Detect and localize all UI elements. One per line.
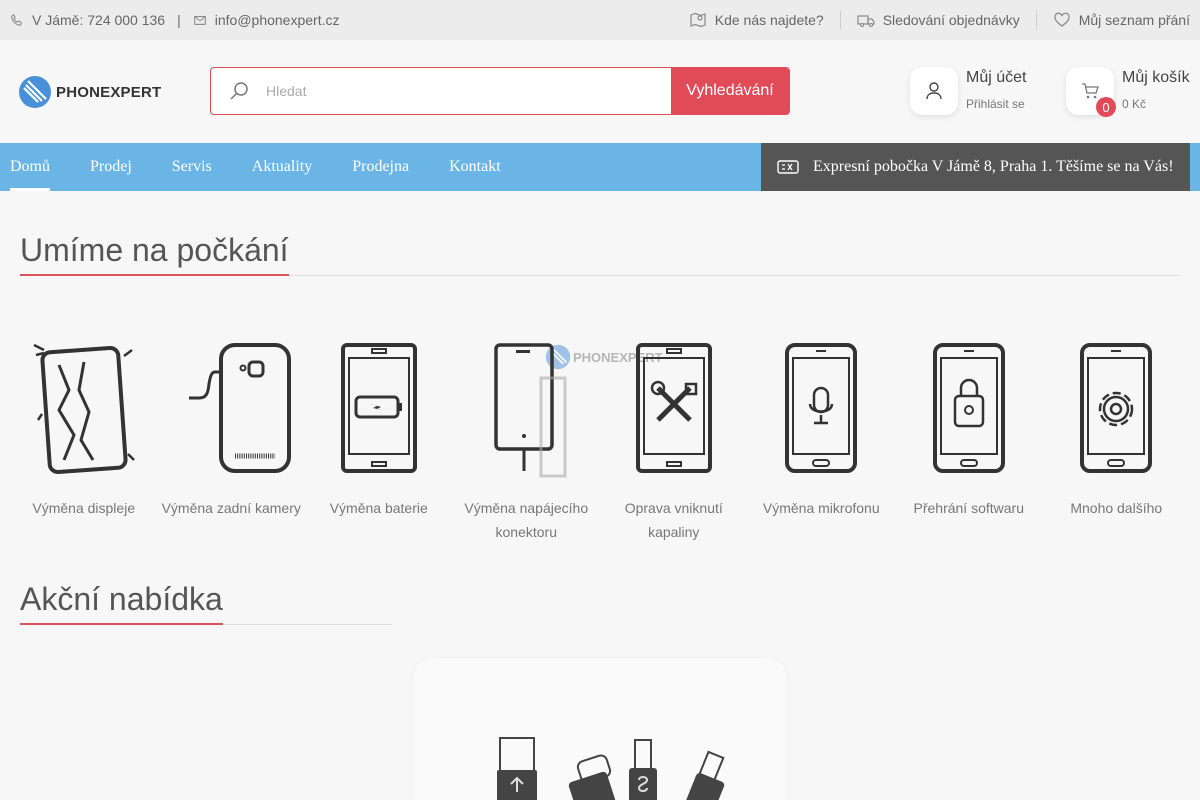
software-lock-icon (932, 343, 1005, 473)
product-card[interactable] (413, 658, 787, 800)
charging-port-icon (494, 343, 567, 478)
service-item[interactable]: Výměna zadní kamery (158, 340, 306, 544)
phone-icon (11, 13, 22, 26)
service-item[interactable]: Oprava vniknutí kapaliny (600, 340, 748, 544)
find-us-link[interactable]: Kde nás najdete? (689, 11, 824, 29)
heart-icon (1054, 12, 1070, 27)
service-item[interactable]: Výměna baterie (305, 340, 453, 544)
site-header: PHONEXPERT Vyhledávání Můj účet Přihlási… (0, 40, 1200, 143)
section-title: Akční nabídka (20, 581, 223, 617)
email-contact[interactable]: info@phonexpert.cz (193, 12, 340, 28)
logo-text: PHONEXPERT (56, 83, 162, 101)
title-underline (20, 623, 223, 625)
track-order-label: Sledování objednávky (882, 12, 1020, 28)
service-label: Výměna displeje (32, 500, 136, 516)
services-section: Umíme na počkání (20, 232, 1180, 276)
rear-camera-icon (189, 343, 292, 473)
phone-text: V Jámě: 724 000 136 (32, 12, 166, 28)
offers-section: Akční nabídka (20, 581, 392, 625)
site-logo[interactable]: PHONEXPERT (18, 75, 161, 109)
email-text: info@phonexpert.cz (214, 12, 340, 28)
user-icon (910, 67, 958, 115)
search-input[interactable] (266, 68, 671, 114)
section-header: Umíme na počkání (20, 232, 1180, 276)
service-label: Výměna mikrofonu (762, 500, 880, 516)
service-label: Výměna napájecího konektoru (464, 500, 589, 540)
nav-item-store[interactable]: Prodejna (352, 143, 409, 191)
cart-total: 0 Kč (1122, 97, 1147, 111)
phone-contact[interactable]: V Jámě: 724 000 136 (10, 12, 165, 28)
main-nav: Domů Prodej Servis Aktuality Prodejna Ko… (0, 143, 1200, 191)
service-item[interactable]: Přehrání softwaru (895, 340, 1043, 544)
service-item[interactable]: Výměna napájecího konektoru (453, 340, 601, 544)
top-bar: V Jámě: 724 000 136 | info@phonexpert.cz… (0, 0, 1200, 40)
nav-item-news[interactable]: Aktuality (252, 143, 312, 191)
account-link[interactable]: Můj účet Přihlásit se (910, 67, 1026, 115)
service-label: Mnoho dalšího (1070, 500, 1163, 516)
microphone-icon (785, 343, 858, 473)
divider (1035, 10, 1037, 30)
wishlist-label: Můj seznam přání (1078, 12, 1190, 28)
nav-item-service[interactable]: Servis (172, 143, 212, 191)
usb-cable-product-image (497, 737, 725, 800)
ticket-icon (777, 160, 799, 174)
title-underline (20, 274, 289, 276)
battery-icon (340, 343, 417, 473)
search-button[interactable]: Vyhledávání (671, 68, 789, 114)
truck-icon (857, 15, 875, 27)
section-title: Umíme na počkání (20, 232, 289, 268)
wishlist-link[interactable]: Můj seznam přání (1053, 11, 1190, 29)
repair-tools-icon (635, 343, 712, 473)
cart-title: Můj košík (1122, 69, 1190, 86)
nav-item-contact[interactable]: Kontakt (449, 143, 501, 191)
find-us-label: Kde nás najdete? (714, 12, 824, 28)
map-pin-icon (690, 12, 706, 28)
cart-count-badge: 0 (1096, 97, 1116, 117)
promo-text: Expresní pobočka V Jámě 8, Praha 1. Těší… (813, 158, 1174, 175)
cart-icon: 0 (1066, 67, 1116, 117)
service-item[interactable]: Výměna mikrofonu (748, 340, 896, 544)
nav-item-sale[interactable]: Prodej (90, 143, 132, 191)
service-label: Výměna zadní kamery (161, 500, 301, 516)
services-list: Výměna displeje Výměna zadní kamery Výmě… (10, 340, 1190, 544)
section-header: Akční nabídka (20, 581, 392, 625)
account-login: Přihlásit se (966, 97, 1025, 111)
logo-icon (19, 76, 51, 108)
account-title: Můj účet (966, 69, 1027, 86)
service-label: Oprava vniknutí kapaliny (624, 500, 723, 540)
envelope-icon (193, 15, 206, 25)
gear-icon (1080, 343, 1153, 473)
divider (839, 10, 841, 30)
track-order-link[interactable]: Sledování objednávky (857, 11, 1020, 29)
promo-banner: Expresní pobočka V Jámě 8, Praha 1. Těší… (761, 143, 1190, 191)
broken-display-icon (33, 343, 135, 474)
service-item[interactable]: Výměna displeje (10, 340, 158, 544)
nav-item-home[interactable]: Domů (10, 143, 50, 191)
service-label: Přehrání softwaru (913, 500, 1025, 516)
search-icon (211, 68, 266, 114)
cart-link[interactable]: 0 Můj košík 0 Kč (1066, 67, 1190, 117)
topbar-separator: | (177, 12, 181, 28)
service-label: Výměna baterie (329, 500, 428, 516)
service-item[interactable]: Mnoho dalšího (1043, 340, 1191, 544)
search-bar: Vyhledávání (210, 67, 790, 115)
